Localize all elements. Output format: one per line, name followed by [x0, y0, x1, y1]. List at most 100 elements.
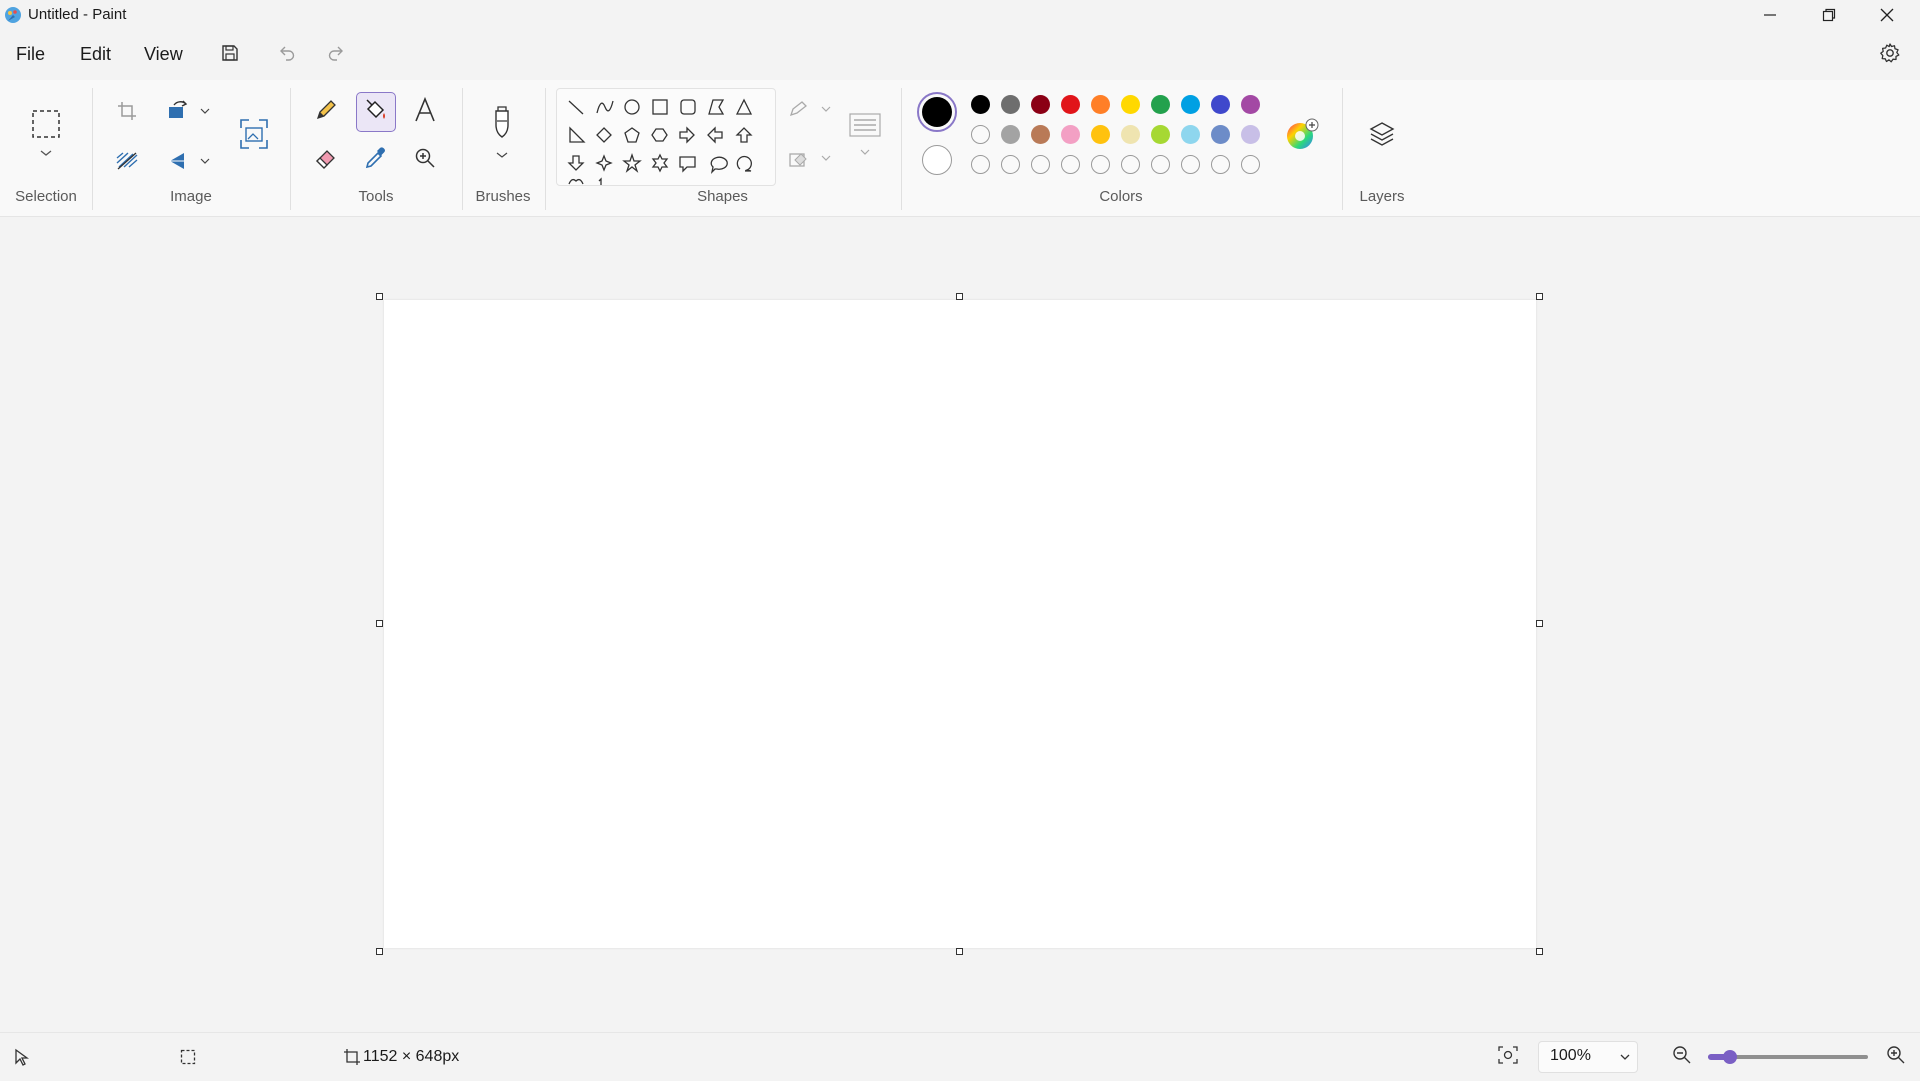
- custom-color-slot[interactable]: [1151, 155, 1170, 174]
- outline-button[interactable]: [786, 98, 834, 126]
- minimize-button[interactable]: [1741, 0, 1799, 30]
- fit-to-window-button[interactable]: [1494, 1043, 1522, 1071]
- brushes-button[interactable]: [486, 104, 518, 168]
- image-creator-icon: [239, 118, 269, 155]
- restore-button[interactable]: [1800, 0, 1858, 30]
- color-swatch[interactable]: [1181, 95, 1200, 114]
- settings-button[interactable]: [1873, 40, 1907, 70]
- layers-button[interactable]: [1364, 118, 1400, 154]
- resize-handle-right[interactable]: [1536, 620, 1543, 627]
- polygon-shape-icon: [708, 99, 725, 115]
- color-palette: [971, 95, 1271, 181]
- pentagon-shape-icon: [624, 127, 640, 143]
- shapes-gallery[interactable]: [556, 88, 776, 186]
- group-label-image: Image: [170, 188, 212, 205]
- rectangle-select-icon: [30, 107, 62, 164]
- custom-color-slot[interactable]: [1031, 155, 1050, 174]
- zoom-out-button[interactable]: [1668, 1043, 1696, 1071]
- color-swatch[interactable]: [1091, 95, 1110, 114]
- curve-shape-icon: [596, 100, 614, 114]
- drawing-canvas[interactable]: [384, 300, 1536, 948]
- color-swatch[interactable]: [1061, 95, 1080, 114]
- remove-background-button[interactable]: [112, 148, 142, 178]
- custom-color-slot[interactable]: [1241, 155, 1260, 174]
- custom-color-slot[interactable]: [1121, 155, 1140, 174]
- menu-edit[interactable]: Edit: [80, 44, 111, 65]
- size-button[interactable]: [846, 108, 884, 164]
- color-swatch[interactable]: [1031, 125, 1050, 144]
- edit-colors-button[interactable]: [1284, 116, 1320, 156]
- custom-color-slot[interactable]: [1091, 155, 1110, 174]
- resize-handle-top[interactable]: [956, 293, 963, 300]
- custom-color-slot[interactable]: [971, 155, 990, 174]
- undo-button[interactable]: [270, 40, 304, 70]
- pencil-tool[interactable]: [307, 94, 345, 130]
- eraser-tool[interactable]: [307, 142, 345, 178]
- flip-button[interactable]: [164, 148, 214, 178]
- color-swatch[interactable]: [1241, 95, 1260, 114]
- right-triangle-shape-icon: [569, 126, 586, 143]
- color-swatch[interactable]: [1241, 125, 1260, 144]
- color-swatch[interactable]: [971, 95, 990, 114]
- resize-handle-bottom-left[interactable]: [376, 948, 383, 955]
- custom-color-slot[interactable]: [1061, 155, 1080, 174]
- resize-handle-top-right[interactable]: [1536, 293, 1543, 300]
- color-swatch[interactable]: [1121, 95, 1140, 114]
- redo-button[interactable]: [319, 40, 353, 70]
- color-swatch[interactable]: [1181, 125, 1200, 144]
- line-shape-icon: [568, 100, 584, 115]
- secondary-color-button[interactable]: [922, 145, 952, 175]
- zoom-in-button[interactable]: [1882, 1043, 1910, 1071]
- custom-color-slot[interactable]: [1001, 155, 1020, 174]
- gear-icon: [1879, 42, 1901, 69]
- color-swatch[interactable]: [1001, 95, 1020, 114]
- shape-fill-button[interactable]: [786, 147, 834, 175]
- oval-shape-icon: [624, 99, 640, 115]
- six-point-star-shape-icon: [651, 153, 669, 173]
- color-swatch[interactable]: [1031, 95, 1050, 114]
- resize-handle-left[interactable]: [376, 620, 383, 627]
- magnifier-tool[interactable]: [406, 142, 444, 178]
- color-swatch[interactable]: [1211, 125, 1230, 144]
- selection-size-icon: [176, 1045, 200, 1069]
- color-swatch[interactable]: [1091, 125, 1110, 144]
- resize-handle-top-left[interactable]: [376, 293, 383, 300]
- image-generator-button[interactable]: [236, 116, 272, 156]
- paint-app-icon: [4, 6, 22, 24]
- eraser-icon: [314, 146, 338, 175]
- close-button[interactable]: [1858, 0, 1916, 30]
- resize-button[interactable]: [164, 98, 214, 128]
- color-swatch[interactable]: [1061, 125, 1080, 144]
- color-swatch[interactable]: [1151, 95, 1170, 114]
- fit-to-window-icon: [1497, 1045, 1519, 1070]
- color-picker-tool[interactable]: [356, 142, 396, 178]
- menu-view[interactable]: View: [144, 44, 183, 65]
- window-title: Untitled - Paint: [28, 6, 127, 23]
- color-swatch[interactable]: [1001, 125, 1020, 144]
- resize-handle-bottom[interactable]: [956, 948, 963, 955]
- primary-color-button[interactable]: [917, 92, 957, 132]
- save-button[interactable]: [213, 40, 247, 70]
- resize-handle-bottom-right[interactable]: [1536, 948, 1543, 955]
- crop-button[interactable]: [112, 98, 142, 128]
- rounded-rectangle-shape-icon: [680, 99, 696, 115]
- primary-color-swatch: [922, 97, 952, 127]
- fill-tool[interactable]: [356, 92, 396, 132]
- outline-icon: [787, 99, 833, 126]
- custom-color-slot[interactable]: [1211, 155, 1230, 174]
- custom-color-slot[interactable]: [971, 125, 990, 144]
- color-swatch[interactable]: [1151, 125, 1170, 144]
- left-arrow-shape-icon: [707, 126, 723, 144]
- rectangular-callout-shape-icon: [679, 156, 696, 173]
- undo-icon: [277, 43, 297, 68]
- line-width-icon: [847, 108, 883, 165]
- zoom-in-icon: [1886, 1045, 1906, 1070]
- color-swatch[interactable]: [1211, 95, 1230, 114]
- menu-file[interactable]: File: [16, 44, 45, 65]
- text-tool[interactable]: [406, 94, 444, 130]
- select-tool-button[interactable]: [28, 108, 64, 162]
- custom-color-slot[interactable]: [1181, 155, 1200, 174]
- five-point-star-shape-icon: [622, 152, 642, 173]
- zoom-slider-thumb[interactable]: [1723, 1050, 1737, 1064]
- color-swatch[interactable]: [1121, 125, 1140, 144]
